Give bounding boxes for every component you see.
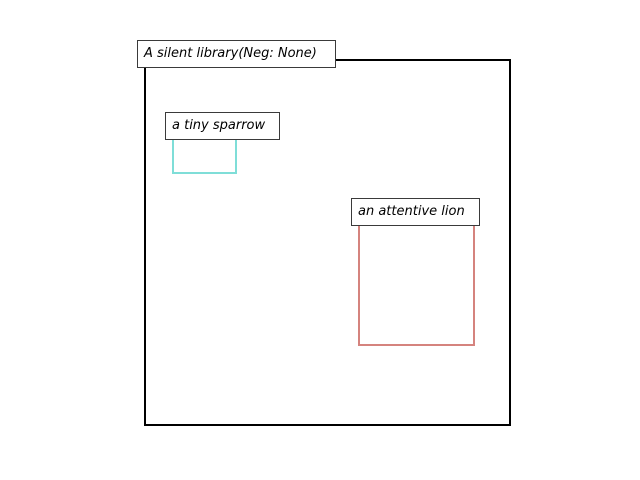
- scene-title-label: A silent library(Neg: None): [137, 40, 336, 68]
- sparrow-label: a tiny sparrow: [165, 112, 280, 140]
- lion-bounding-box: [358, 212, 475, 346]
- lion-label: an attentive lion: [351, 198, 480, 226]
- layout-diagram: A silent library(Neg: None) a tiny sparr…: [0, 0, 640, 480]
